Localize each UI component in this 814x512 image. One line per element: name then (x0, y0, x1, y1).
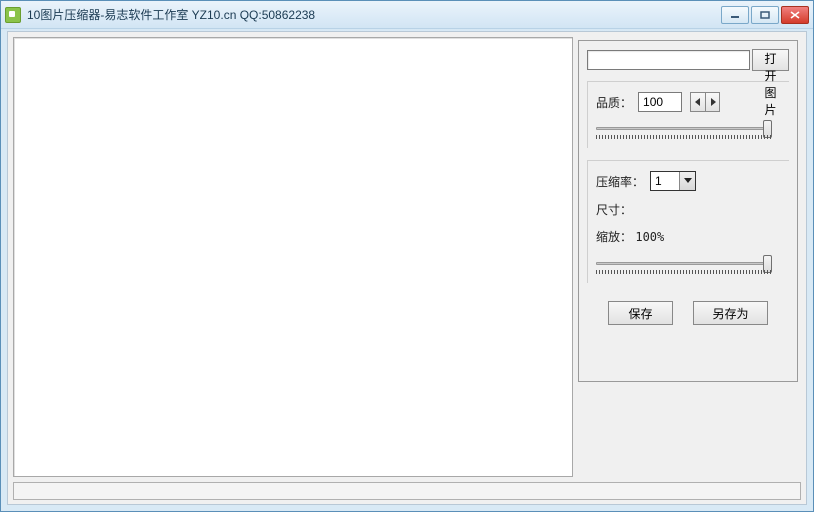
zoom-label: 缩放： (596, 230, 632, 244)
combo-arrow (679, 172, 695, 190)
titlebar[interactable]: 10图片压缩器-易志软件工作室 YZ10.cn QQ:50862238 (1, 1, 813, 29)
file-path-input[interactable] (587, 50, 750, 70)
slider-ticks (596, 135, 771, 139)
minimize-button[interactable] (721, 6, 749, 24)
maximize-button[interactable] (751, 6, 779, 24)
ratio-group: 压缩率： 1 尺寸： 缩放： 100% (587, 160, 789, 283)
zoom-value: 100% (635, 230, 664, 244)
slider-track (596, 127, 771, 130)
quality-spin-down[interactable] (691, 93, 705, 111)
triangle-right-icon (710, 98, 716, 106)
close-button[interactable] (781, 6, 809, 24)
app-window: 10图片压缩器-易志软件工作室 YZ10.cn QQ:50862238 打开图片… (0, 0, 814, 512)
status-bar (13, 482, 801, 500)
app-icon (5, 7, 21, 23)
saveas-button[interactable]: 另存为 (693, 301, 768, 325)
image-preview-panel (13, 37, 573, 477)
minimize-icon (730, 11, 740, 19)
save-row: 保存 另存为 (587, 301, 789, 325)
quality-slider[interactable] (596, 118, 781, 140)
maximize-icon (760, 11, 770, 19)
close-icon (790, 11, 800, 19)
open-image-button[interactable]: 打开图片 (752, 49, 789, 71)
slider-ticks (596, 270, 771, 274)
quality-input[interactable] (638, 92, 682, 112)
zoom-slider[interactable] (596, 253, 781, 275)
open-row: 打开图片 (587, 49, 789, 71)
size-label: 尺寸： (596, 201, 781, 218)
chevron-down-icon (684, 178, 692, 184)
quality-label: 品质： (596, 94, 632, 111)
quality-spinner (690, 92, 720, 112)
quality-group: 品质： (587, 81, 789, 148)
save-button[interactable]: 保存 (608, 301, 673, 325)
ratio-label: 压缩率： (596, 173, 644, 190)
control-panel: 打开图片 品质： (578, 40, 798, 382)
zoom-row: 缩放： 100% (596, 228, 781, 245)
triangle-left-icon (695, 98, 701, 106)
quality-spin-up[interactable] (705, 93, 719, 111)
ratio-value: 1 (651, 174, 679, 188)
client-area: 打开图片 品质： (7, 31, 807, 505)
ratio-combobox[interactable]: 1 (650, 171, 696, 191)
window-controls (721, 6, 809, 24)
slider-track (596, 262, 771, 265)
window-title: 10图片压缩器-易志软件工作室 YZ10.cn QQ:50862238 (27, 6, 721, 23)
